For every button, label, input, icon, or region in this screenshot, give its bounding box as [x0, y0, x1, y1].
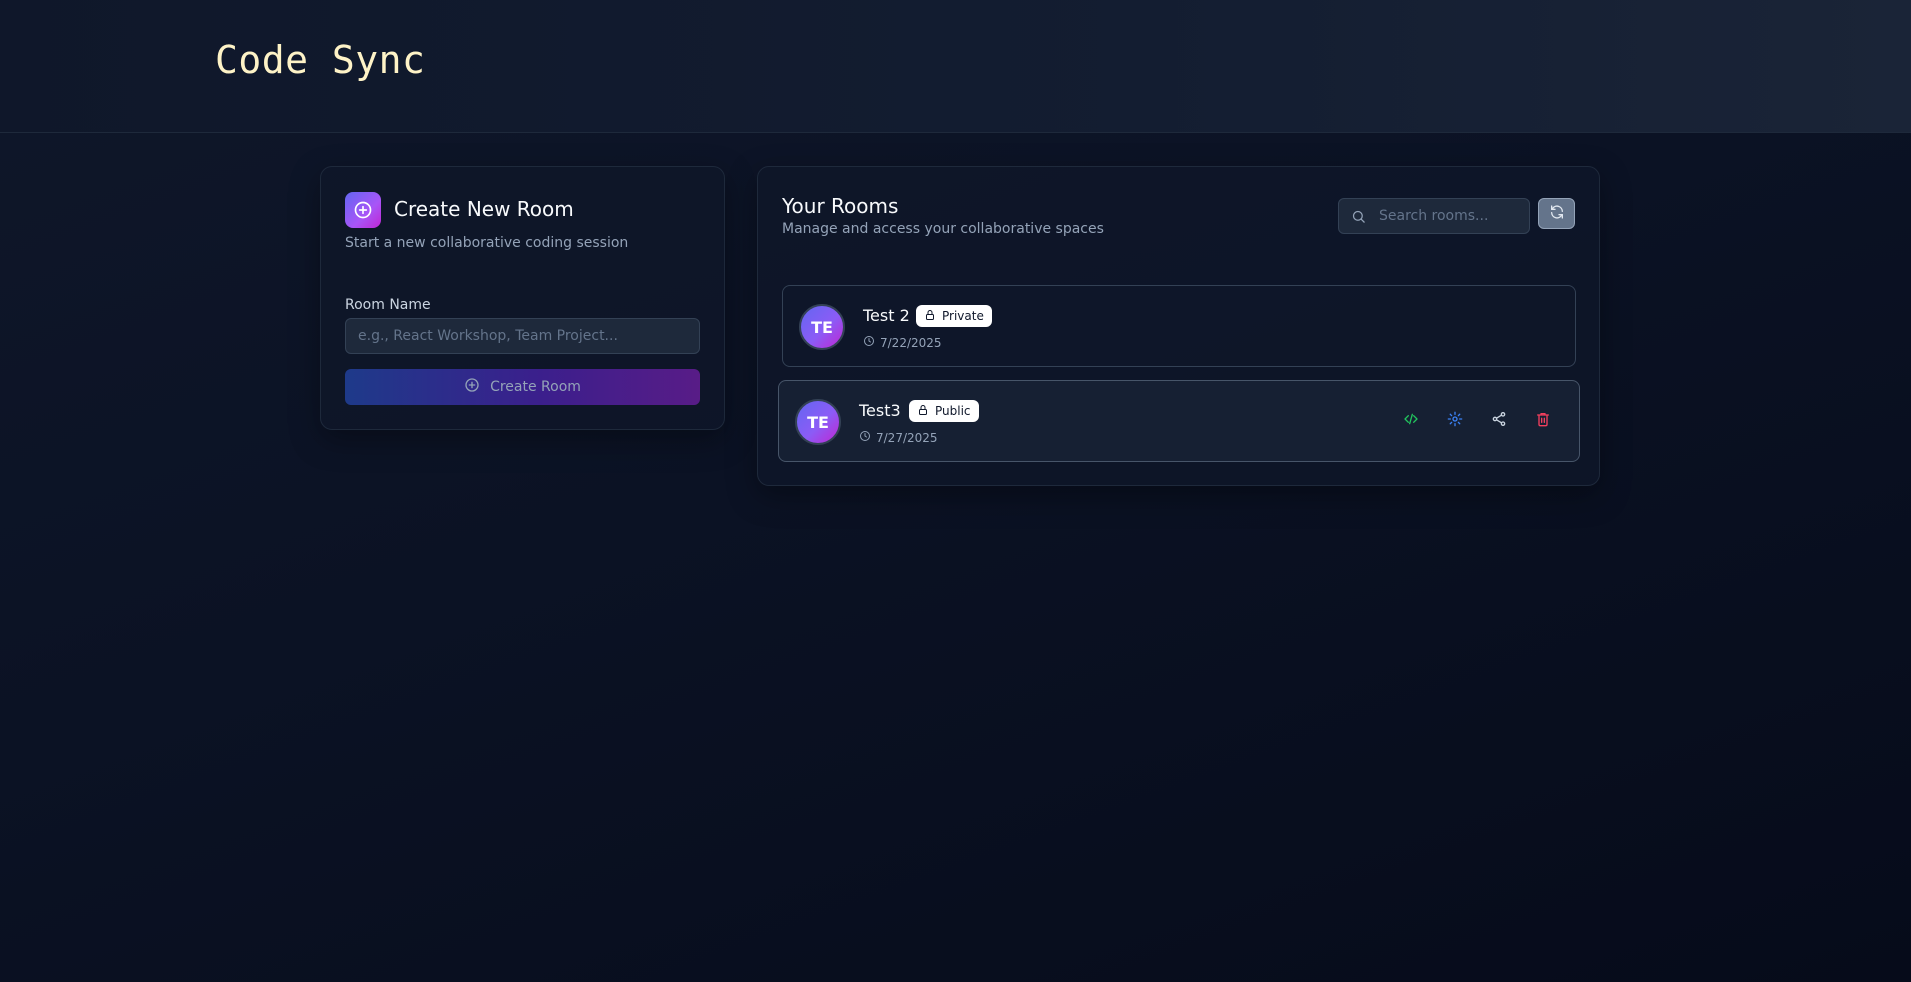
gear-icon: [1447, 411, 1463, 431]
create-room-button-label: Create Room: [490, 379, 581, 395]
open-code-button[interactable]: [1399, 409, 1423, 433]
visibility-label: Private: [942, 309, 984, 323]
room-item[interactable]: TE Test 2 Private 7/22/2025: [782, 285, 1576, 367]
refresh-icon: [1549, 204, 1565, 223]
room-settings-button[interactable]: [1443, 409, 1467, 433]
create-room-button[interactable]: Create Room: [345, 369, 700, 405]
clock-icon: [859, 430, 871, 445]
rooms-card: Your Rooms Manage and access your collab…: [757, 166, 1600, 486]
share-room-button[interactable]: [1487, 409, 1511, 433]
room-date-text: 7/22/2025: [880, 335, 942, 350]
visibility-label: Public: [935, 404, 971, 418]
room-date: 7/22/2025: [863, 335, 942, 350]
room-date: 7/27/2025: [859, 430, 938, 445]
room-item[interactable]: TE Test3 Public 7/27/2025: [778, 380, 1580, 462]
app-brand: Code Sync: [215, 38, 426, 82]
code-icon: [1403, 411, 1419, 431]
top-bar: Code Sync: [0, 0, 1911, 133]
trash-icon: [1535, 411, 1551, 431]
rooms-title: Your Rooms: [782, 194, 899, 218]
room-name: Test3: [859, 401, 901, 420]
plus-circle-icon: [464, 377, 480, 397]
create-room-title: Create New Room: [394, 197, 574, 221]
refresh-button[interactable]: [1538, 198, 1575, 229]
create-room-card: Create New Room Start a new collaborativ…: [320, 166, 725, 430]
search-input[interactable]: [1371, 199, 1526, 233]
room-name: Test 2: [863, 306, 910, 325]
visibility-badge: Public: [909, 400, 979, 422]
search-icon: [1351, 209, 1366, 228]
lock-icon: [924, 309, 936, 324]
share-icon: [1491, 411, 1507, 431]
delete-room-button[interactable]: [1531, 409, 1555, 433]
room-actions: [1399, 409, 1555, 433]
room-name-label: Room Name: [345, 297, 431, 313]
room-name-input[interactable]: [345, 318, 700, 354]
visibility-badge: Private: [916, 305, 992, 327]
rooms-subtitle: Manage and access your collaborative spa…: [782, 221, 1104, 237]
room-date-text: 7/27/2025: [876, 430, 938, 445]
create-room-subtitle: Start a new collaborative coding session: [345, 235, 629, 251]
avatar: TE: [795, 399, 841, 445]
lock-icon: [917, 404, 929, 419]
search-box: [1338, 198, 1530, 234]
avatar: TE: [799, 304, 845, 350]
clock-icon: [863, 335, 875, 350]
plus-circle-icon: [345, 192, 381, 228]
